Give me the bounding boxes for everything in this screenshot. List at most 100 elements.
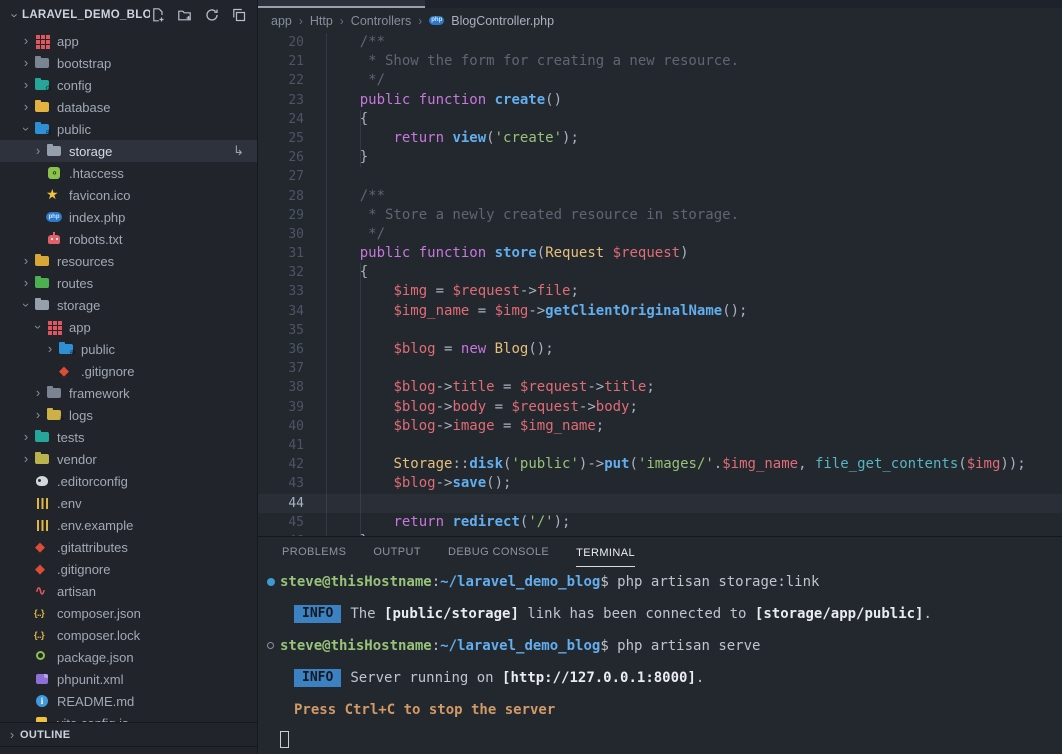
code-line-32[interactable]: 32 { (258, 263, 1062, 282)
code-line-33[interactable]: 33 $img = $request->file; (258, 282, 1062, 301)
code-line-21[interactable]: 21 * Show the form for creating a new re… (258, 52, 1062, 71)
code-line-25[interactable]: 25 return view('create'); (258, 129, 1062, 148)
tree-item-index-php[interactable]: phpindex.php (0, 206, 257, 228)
code-line-27[interactable]: 27 (258, 167, 1062, 186)
code-line-38[interactable]: 38 $blog->title = $request->title; (258, 378, 1062, 397)
line-number[interactable]: 45 (258, 513, 304, 532)
chevron-right-icon[interactable]: › (42, 338, 58, 360)
tree-item-artisan[interactable]: ∿artisan (0, 580, 257, 602)
code-line-23[interactable]: 23 public function create() (258, 91, 1062, 110)
tree-item-app[interactable]: ›app (0, 316, 257, 338)
line-number[interactable]: 21 (258, 52, 304, 71)
chevron-right-icon[interactable]: › (18, 30, 34, 52)
code-line-39[interactable]: 39 $blog->body = $request->body; (258, 398, 1062, 417)
line-number[interactable]: 41 (258, 436, 304, 455)
tree-item-gitignore[interactable]: ◆.gitignore (0, 360, 257, 382)
breadcrumb-item-app[interactable]: app (271, 14, 292, 28)
chevron-right-icon[interactable]: › (18, 272, 34, 294)
tree-item-bootstrap[interactable]: ›bootstrap (0, 52, 257, 74)
line-number[interactable]: 35 (258, 321, 304, 340)
tree-item-public[interactable]: ›⊕public (0, 118, 257, 140)
new-file-button[interactable] (150, 7, 166, 23)
chevron-down-icon[interactable]: › (8, 8, 23, 22)
new-folder-button[interactable] (177, 7, 193, 23)
line-number[interactable]: 25 (258, 129, 304, 148)
line-number[interactable]: 44 (258, 494, 304, 513)
tree-item-resources[interactable]: ›resources (0, 250, 257, 272)
chevron-right-icon[interactable]: › (18, 74, 34, 96)
code-line-45[interactable]: 45 return redirect('/'); (258, 513, 1062, 532)
tree-item-favicon-ico[interactable]: ★favicon.ico (0, 184, 257, 206)
line-number[interactable]: 40 (258, 417, 304, 436)
line-number[interactable]: 26 (258, 148, 304, 167)
tree-item-vite-config-js[interactable]: vite.config.js (0, 712, 257, 722)
chevron-right-icon[interactable]: › (18, 250, 34, 272)
code-line-30[interactable]: 30 */ (258, 225, 1062, 244)
tree-item-vendor[interactable]: ›vendor (0, 448, 257, 470)
line-number[interactable]: 32 (258, 263, 304, 282)
chevron-right-icon[interactable]: › (18, 426, 34, 448)
tree-item-config[interactable]: ›⚙config (0, 74, 257, 96)
tree-item-composer-lock[interactable]: {..}composer.lock (0, 624, 257, 646)
explorer-header[interactable]: › LARAVEL_DEMO_BLOG (0, 0, 257, 30)
chevron-right-icon[interactable]: › (18, 52, 34, 74)
chevron-right-icon[interactable]: › (18, 96, 34, 118)
tree-item-htaccess[interactable]: ‹›.htaccess (0, 162, 257, 184)
tree-item-package-json[interactable]: package.json (0, 646, 257, 668)
breadcrumb-file[interactable]: BlogController.php (451, 14, 554, 28)
code-line-40[interactable]: 40 $blog->image = $img_name; (258, 417, 1062, 436)
chevron-right-icon[interactable]: › (4, 724, 20, 746)
code-line-24[interactable]: 24 { (258, 110, 1062, 129)
line-number[interactable]: 31 (258, 244, 304, 263)
panel-tab-debug-console[interactable]: DEBUG CONSOLE (448, 546, 549, 567)
code-line-28[interactable]: 28 /** (258, 187, 1062, 206)
panel-tab-problems[interactable]: PROBLEMS (282, 546, 346, 567)
refresh-button[interactable] (204, 7, 220, 23)
active-tab-remnant[interactable] (258, 0, 425, 8)
line-number[interactable]: 28 (258, 187, 304, 206)
breadcrumb-item-http[interactable]: Http (310, 14, 333, 28)
tree-item-composer-json[interactable]: {..}composer.json (0, 602, 257, 624)
code-line-26[interactable]: 26 } (258, 148, 1062, 167)
line-number[interactable]: 39 (258, 398, 304, 417)
tree-item-env[interactable]: .env (0, 492, 257, 514)
line-number[interactable]: 29 (258, 206, 304, 225)
terminal[interactable]: steve@thisHostname:~/laravel_demo_blog$ … (258, 567, 1062, 754)
collapse-folders-button[interactable] (231, 7, 247, 23)
chevron-right-icon[interactable]: › (4, 748, 20, 754)
line-number[interactable]: 42 (258, 455, 304, 474)
chevron-down-icon[interactable]: › (18, 294, 34, 316)
line-number[interactable]: 38 (258, 378, 304, 397)
tree-item-storage[interactable]: ›storage↳ (0, 140, 257, 162)
tree-item-robots-txt[interactable]: robots.txt (0, 228, 257, 250)
line-number[interactable]: 37 (258, 359, 304, 378)
line-number[interactable]: 30 (258, 225, 304, 244)
tree-item-storage[interactable]: ›storage (0, 294, 257, 316)
line-number[interactable]: 23 (258, 91, 304, 110)
line-number[interactable]: 33 (258, 282, 304, 301)
code-line-20[interactable]: 20 /** (258, 33, 1062, 52)
code-line-42[interactable]: 42 Storage::disk('public')->put('images/… (258, 455, 1062, 474)
tree-item-gitattributes[interactable]: ◆.gitattributes (0, 536, 257, 558)
timeline-section[interactable]: › TIMELINE (0, 746, 257, 754)
line-number[interactable]: 34 (258, 302, 304, 321)
outline-section[interactable]: › OUTLINE (0, 722, 257, 746)
line-number[interactable]: 20 (258, 33, 304, 52)
tree-item-framework[interactable]: ›framework (0, 382, 257, 404)
tree-item-editorconfig[interactable]: .editorconfig (0, 470, 257, 492)
tree-item-env-example[interactable]: .env.example (0, 514, 257, 536)
chevron-right-icon[interactable]: › (18, 448, 34, 470)
tree-item-gitignore[interactable]: ◆.gitignore (0, 558, 257, 580)
code-line-31[interactable]: 31 public function store(Request $reques… (258, 244, 1062, 263)
tree-item-public[interactable]: ›⊕public (0, 338, 257, 360)
tree-item-tests[interactable]: ›tests (0, 426, 257, 448)
code-line-41[interactable]: 41 (258, 436, 1062, 455)
line-number[interactable]: 22 (258, 71, 304, 90)
tree-item-database[interactable]: ›database (0, 96, 257, 118)
tree-item-logs[interactable]: ›≡logs (0, 404, 257, 426)
tree-item-routes[interactable]: ›routes (0, 272, 257, 294)
chevron-right-icon[interactable]: › (30, 140, 46, 162)
code-line-37[interactable]: 37 (258, 359, 1062, 378)
code-line-36[interactable]: 36 $blog = new Blog(); (258, 340, 1062, 359)
tree-item-readme-md[interactable]: iREADME.md (0, 690, 257, 712)
